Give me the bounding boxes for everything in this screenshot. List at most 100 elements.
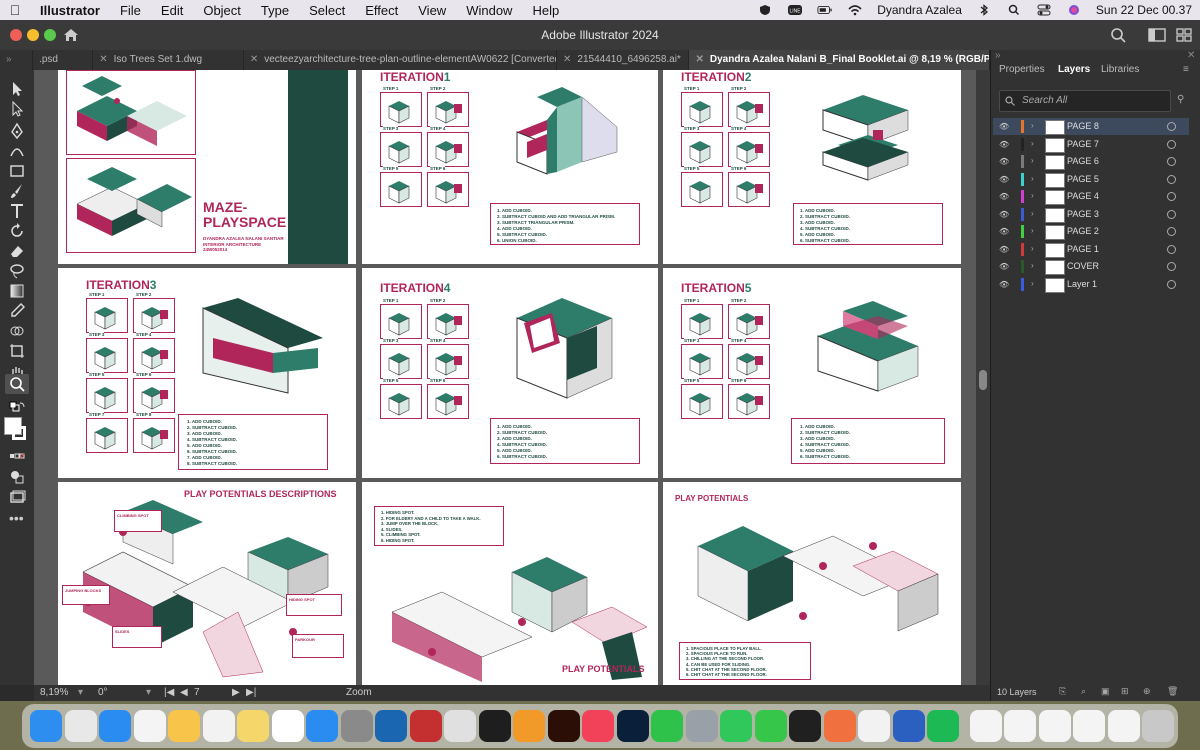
artboard-tool-icon[interactable] [8,342,26,360]
vertical-scrollbar[interactable] [976,70,990,685]
more-tools-icon[interactable]: ••• [9,510,24,526]
music-dock-icon[interactable] [582,710,614,742]
apple-menu-icon[interactable]:  [0,2,30,18]
layer-name[interactable]: PAGE 8 [1067,121,1099,131]
visibility-eye-icon[interactable]: 👁 [999,280,1009,289]
menu-window[interactable]: Window [456,3,522,18]
word-dock-icon[interactable] [892,710,925,742]
tab-layers[interactable]: Layers [1058,64,1090,75]
tab-vecteezy[interactable]: ✕ vecteezyarchitecture-tree-plan-outline-… [244,50,557,70]
docs1-dock-icon[interactable] [969,710,1002,742]
layer-row[interactable]: 👁 › COVER [993,258,1189,275]
visibility-eye-icon[interactable]: 👁 [999,245,1009,254]
gradient-tool-icon[interactable] [8,282,26,300]
close-icon[interactable]: ✕ [695,54,703,65]
canvas[interactable]: MAZE- PLAYSPACE DYANDRA AZALEA NALANI SA… [34,70,976,685]
arrange-documents-icon[interactable] [1148,28,1166,42]
stroke-color-swatch[interactable] [12,426,26,440]
export-icon[interactable]: ⎘ [1059,686,1066,697]
terminal-dock-icon[interactable] [789,710,821,742]
tab-iso-trees[interactable]: ✕ Iso Trees Set 1.dwg [93,50,244,70]
line-app-icon[interactable]: LINE [787,4,803,16]
tab-libraries[interactable]: Libraries [1101,64,1139,75]
target-icon[interactable] [1167,227,1176,236]
search-icon[interactable] [1110,27,1126,43]
layer-row[interactable]: 👁 › PAGE 3 [993,206,1189,223]
menu-view[interactable]: View [408,3,456,18]
rectangle-tool-icon[interactable] [8,162,26,180]
menu-help[interactable]: Help [522,3,569,18]
whatsapp-dock-icon[interactable] [651,710,683,742]
new-layer-icon[interactable]: ⊕ [1143,686,1151,697]
illustrator-dock-icon[interactable] [547,710,580,742]
preview-dock-icon[interactable] [444,710,476,742]
rotation-dropdown-icon[interactable]: ▾ [146,687,151,698]
collapse-panel-icon[interactable]: » [995,50,1001,61]
chevron-right-icon[interactable]: › [1031,121,1034,130]
close-icon[interactable]: ✕ [250,54,258,65]
visibility-eye-icon[interactable]: 👁 [999,192,1009,201]
finder-dock-icon[interactable] [30,710,62,742]
chevron-right-icon[interactable]: › [1031,209,1034,218]
artboard-iteration-5[interactable]: ITERATION5 STEP 1 STEP 2 STEP 3 STEP 4 STEP … [663,268,961,478]
line-dock-icon[interactable] [720,710,752,742]
user-name[interactable]: Dyandra Azalea [877,3,962,17]
delete-layer-icon[interactable]: 🗑 [1167,686,1178,697]
target-icon[interactable] [1167,139,1176,149]
selection-tool-icon[interactable] [8,80,26,98]
pen-tool-icon[interactable] [8,122,26,140]
visibility-eye-icon[interactable]: 👁 [999,227,1009,236]
freeform-dock-icon[interactable] [271,710,304,742]
target-icon[interactable] [1167,244,1176,254]
menu-type[interactable]: Type [251,3,299,18]
lasso-tool-icon[interactable] [8,262,26,280]
artboard-iteration-2[interactable]: ITERATION2 STEP 1 STEP 2 STEP 3 STEP 4 STEP … [663,70,961,264]
layer-name[interactable]: PAGE 5 [1067,174,1099,184]
zoom-dropdown-icon[interactable]: ▾ [78,687,83,698]
bluetooth-icon[interactable] [976,4,992,16]
tab-final-booklet[interactable]: ✕ Dyandra Azalea Nalani B_Final Booklet.a… [689,50,991,70]
next-artboard-icon[interactable]: ▶ [232,687,240,698]
close-icon[interactable]: ✕ [563,54,571,65]
new-sublayer-icon[interactable]: ⊞ [1121,686,1129,697]
layer-row[interactable]: 👁 › PAGE 8 [993,118,1189,135]
layer-row[interactable]: 👁 › PAGE 7 [993,136,1189,153]
direct-selection-tool-icon[interactable] [8,100,26,118]
layer-row[interactable]: 👁 › PAGE 6 [993,153,1189,170]
layer-name[interactable]: PAGE 3 [1067,209,1099,219]
last-artboard-icon[interactable]: ▶| [246,687,256,698]
zoom-level[interactable]: 8,19% [40,687,68,698]
menu-effect[interactable]: Effect [355,3,408,18]
target-icon[interactable] [1167,262,1176,271]
artboard-iteration-1[interactable]: ITERATION1 STEP 1 STEP 2 STEP 3 STEP 4 STEP … [362,70,658,264]
paintbrush-tool-icon[interactable] [8,182,26,200]
chevron-right-icon[interactable]: › [1031,191,1034,200]
panel-menu-icon[interactable]: ≡ [1183,64,1189,75]
visibility-eye-icon[interactable]: 👁 [999,157,1009,166]
visibility-eye-icon[interactable]: 👁 [999,140,1009,149]
layer-row[interactable]: 👁 › PAGE 2 [993,223,1189,240]
artboard-iteration-4[interactable]: ITERATION4 STEP 1 STEP 2 STEP 3 STEP 4 STEP … [362,268,658,478]
target-icon[interactable] [1167,209,1176,219]
tab-properties[interactable]: Properties [999,64,1045,75]
chevron-right-icon[interactable]: › [1031,139,1034,148]
menu-edit[interactable]: Edit [151,3,193,18]
target-icon[interactable] [1167,157,1176,166]
artboard-play-potentials-descriptions[interactable]: PLAY POTENTIALS DESCRIPTIONS CLIMBING SP… [58,482,356,685]
chevron-right-icon[interactable]: › [1031,174,1034,183]
autocad-dock-icon[interactable] [409,710,442,742]
rotation-value[interactable]: 0° [98,687,108,698]
messages-dock-icon[interactable] [754,710,787,742]
visibility-eye-icon[interactable]: 👁 [999,122,1009,131]
docs5-dock-icon[interactable] [1107,710,1140,742]
filter-icon[interactable]: ⚲ [1177,94,1184,105]
system-settings-dock-icon[interactable] [340,710,373,742]
first-artboard-icon[interactable]: |◀ [164,687,174,698]
screen-mode-icon[interactable] [8,488,26,506]
rotate-tool-icon[interactable] [8,222,26,240]
chevron-right-icon[interactable]: › [1031,156,1034,165]
close-panel-icon[interactable]: ✕ [1187,50,1195,61]
layers-search-box[interactable]: Search All [999,90,1171,112]
target-icon[interactable] [1167,122,1176,131]
chevron-right-icon[interactable]: › [1031,244,1034,253]
